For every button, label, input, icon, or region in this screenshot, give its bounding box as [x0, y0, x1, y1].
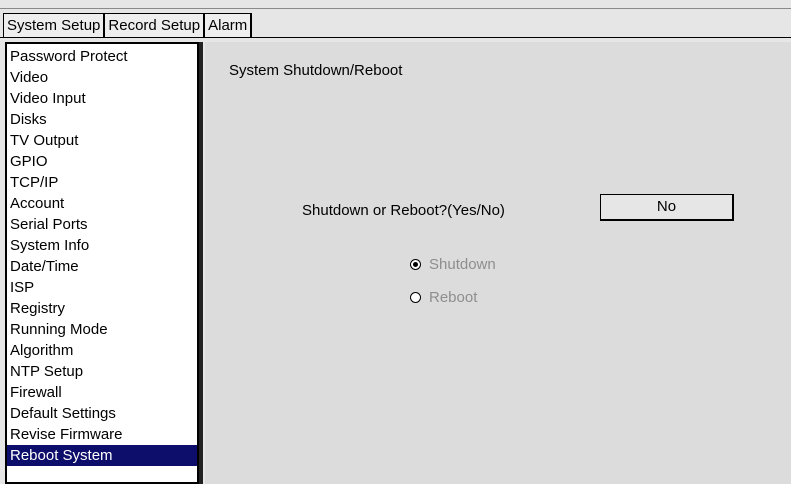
sidebar-item-gpio[interactable]: GPIO [7, 151, 197, 172]
sidebar-item-revise-firmware[interactable]: Revise Firmware [7, 424, 197, 445]
sidebar-item-algorithm[interactable]: Algorithm [7, 340, 197, 361]
top-border [0, 8, 791, 9]
radio-checked-icon[interactable] [410, 259, 421, 270]
sidebar-item-date-time[interactable]: Date/Time [7, 256, 197, 277]
tab-bar: System Setup Record Setup Alarm [3, 13, 253, 38]
panel-title: System Shutdown/Reboot [229, 62, 403, 79]
shutdown-option[interactable]: Shutdown [410, 256, 496, 273]
sidebar-item-tv-output[interactable]: TV Output [7, 130, 197, 151]
shutdown-option-label: Shutdown [429, 256, 496, 273]
shutdown-question-label: Shutdown or Reboot?(Yes/No) [302, 202, 505, 219]
sidebar-item-account[interactable]: Account [7, 193, 197, 214]
sidebar-item-default-settings[interactable]: Default Settings [7, 403, 197, 424]
settings-sidebar: Password Protect Video Video Input Disks… [5, 42, 199, 484]
settings-menu: Password Protect Video Video Input Disks… [7, 44, 197, 466]
sidebar-item-video-input[interactable]: Video Input [7, 88, 197, 109]
sidebar-item-running-mode[interactable]: Running Mode [7, 319, 197, 340]
radio-unchecked-icon[interactable] [410, 292, 421, 303]
reboot-option[interactable]: Reboot [410, 289, 477, 306]
sidebar-item-disks[interactable]: Disks [7, 109, 197, 130]
tab-system-setup[interactable]: System Setup [3, 13, 106, 37]
sidebar-item-ntp-setup[interactable]: NTP Setup [7, 361, 197, 382]
sidebar-item-firewall[interactable]: Firewall [7, 382, 197, 403]
sidebar-item-registry[interactable]: Registry [7, 298, 197, 319]
tab-record-setup[interactable]: Record Setup [104, 13, 206, 37]
sidebar-item-tcp-ip[interactable]: TCP/IP [7, 172, 197, 193]
sidebar-item-video[interactable]: Video [7, 67, 197, 88]
reboot-option-label: Reboot [429, 289, 478, 306]
sidebar-item-serial-ports[interactable]: Serial Ports [7, 214, 197, 235]
sidebar-item-isp[interactable]: ISP [7, 277, 197, 298]
sidebar-item-system-info[interactable]: System Info [7, 235, 197, 256]
sidebar-item-reboot-system[interactable]: Reboot System [7, 445, 197, 466]
tab-alarm[interactable]: Alarm [204, 13, 253, 37]
yes-no-button[interactable]: No [600, 194, 734, 221]
tab-underline [0, 37, 791, 38]
sidebar-item-password-protect[interactable]: Password Protect [7, 46, 197, 67]
sidebar-divider [199, 42, 203, 484]
reboot-panel: System Shutdown/Reboot Shutdown or Reboo… [205, 42, 791, 484]
